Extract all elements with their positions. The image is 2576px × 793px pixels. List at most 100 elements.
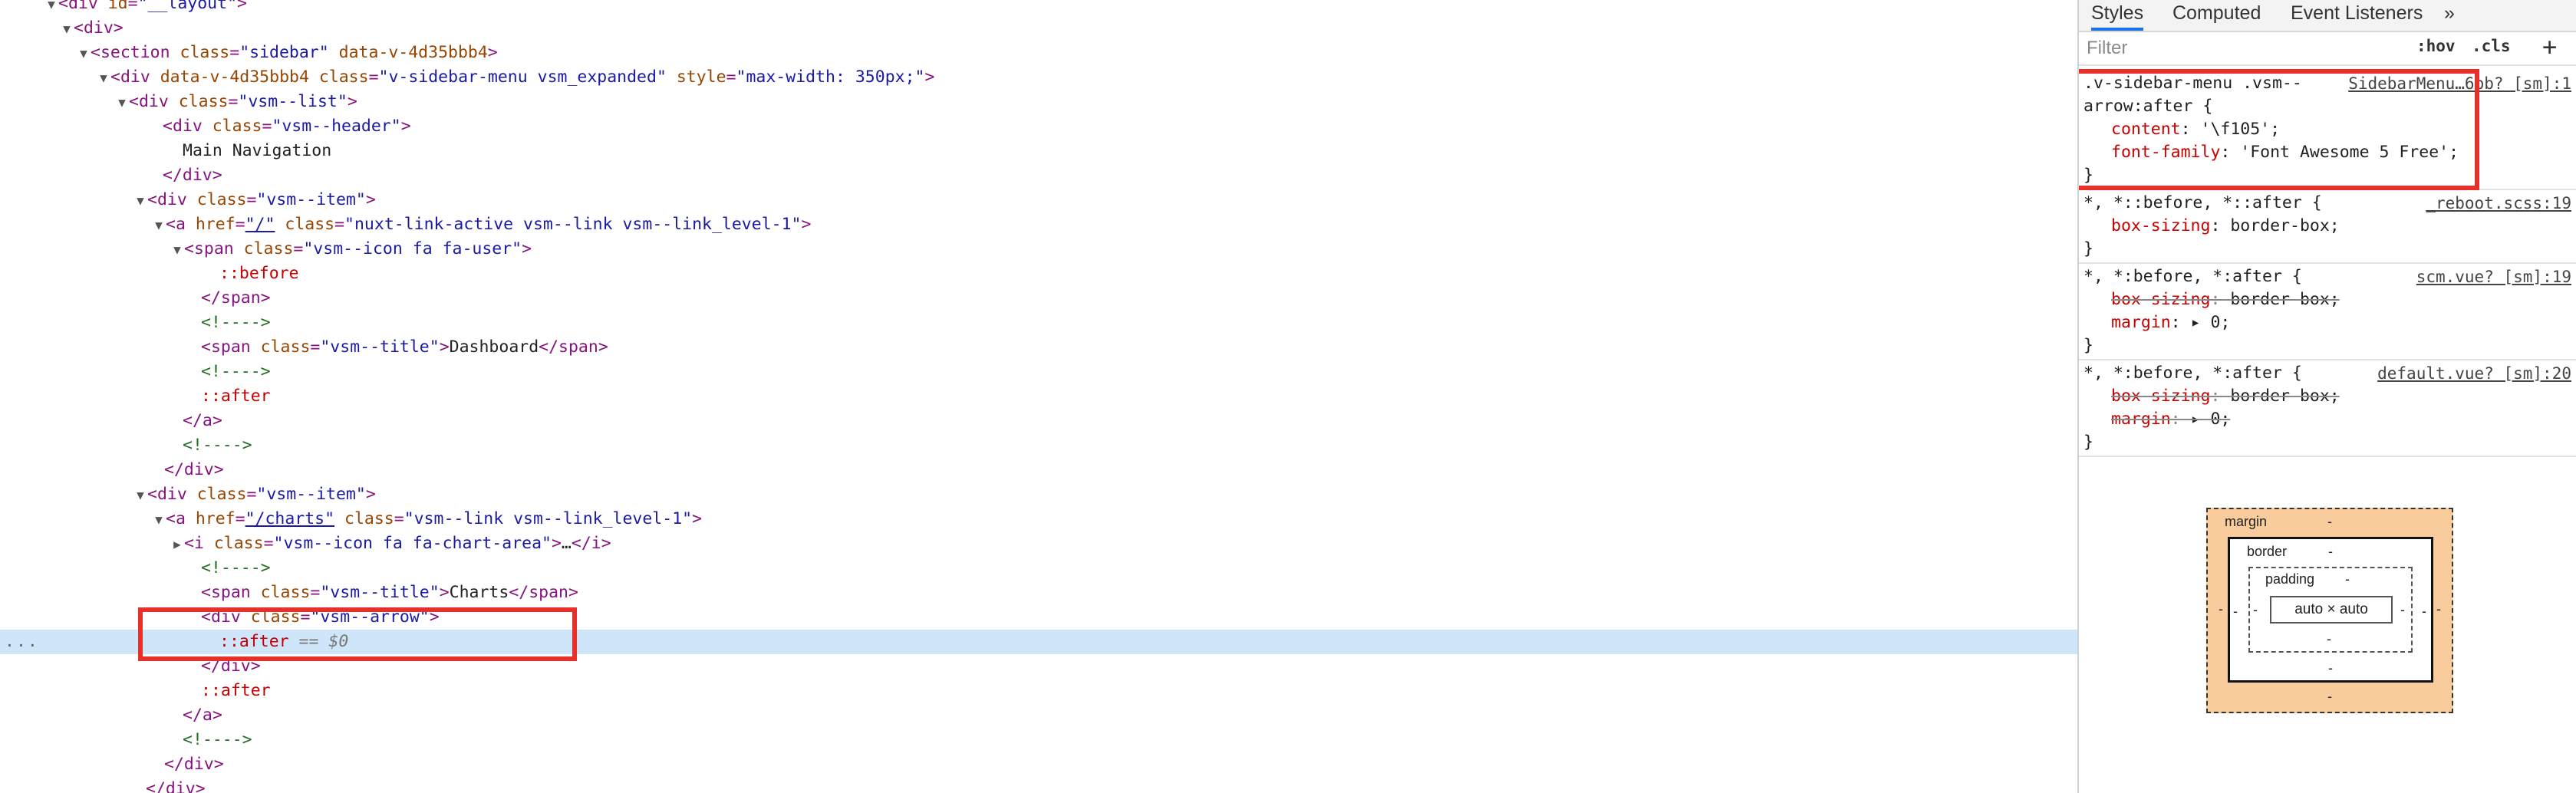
css-declaration[interactable]: box-sizing: border-box; bbox=[2111, 288, 2340, 311]
dom-node-row[interactable]: ▼ <div id="__layout"> bbox=[0, 0, 2077, 16]
class-toggle[interactable]: .cls bbox=[2472, 37, 2511, 55]
dom-node-selected[interactable]: ::after == $0... bbox=[0, 630, 2077, 654]
expand-triangle-icon[interactable]: ▼ bbox=[133, 483, 147, 508]
dom-node-row[interactable]: <div class="vsm--header"> bbox=[0, 114, 2077, 139]
dom-node-row[interactable]: <span class="vsm--title">Dashboard</span… bbox=[0, 335, 2077, 360]
dom-node-row[interactable]: <!----> bbox=[0, 556, 2077, 581]
expand-triangle-icon[interactable]: ▼ bbox=[115, 90, 129, 115]
expand-triangle-icon[interactable]: ▼ bbox=[152, 213, 166, 238]
hover-state-toggle[interactable]: :hov bbox=[2416, 37, 2456, 55]
dom-node-row[interactable]: ▼ <a href="/charts" class="vsm--link vsm-… bbox=[0, 507, 2077, 531]
css-property-value[interactable]: border-box; bbox=[2230, 387, 2339, 406]
dom-node-row[interactable]: </div> bbox=[0, 654, 2077, 679]
dom-node-row[interactable]: <!----> bbox=[0, 728, 2077, 752]
expand-triangle-icon[interactable]: ▼ bbox=[60, 17, 74, 41]
css-property-value[interactable]: ▸ 0; bbox=[2191, 410, 2231, 429]
dom-node-row[interactable]: ▼ <div class="vsm--list"> bbox=[0, 90, 2077, 114]
css-property-value[interactable]: '\f105'; bbox=[2201, 120, 2281, 139]
css-declaration[interactable]: box-sizing: border-box; bbox=[2111, 215, 2340, 238]
css-property-value[interactable]: ▸ 0; bbox=[2191, 313, 2231, 332]
dom-node-row[interactable]: Main Navigation bbox=[0, 139, 2077, 163]
dom-node-row[interactable]: ▼ <section class="sidebar" data-v-4d35bbb… bbox=[0, 41, 2077, 65]
rule-close-brace: } bbox=[2084, 166, 2093, 185]
expand-triangle-icon[interactable]: ▼ bbox=[133, 189, 147, 213]
styles-filter-input[interactable] bbox=[2085, 35, 2380, 61]
new-rule-button[interactable]: + bbox=[2542, 32, 2557, 61]
css-selector[interactable]: *, *::before, *::after { bbox=[2084, 192, 2322, 215]
dom-token: = bbox=[246, 190, 257, 209]
dom-node-row[interactable]: <span class="vsm--title">Charts</span> bbox=[0, 581, 2077, 605]
dom-token: = bbox=[235, 509, 245, 528]
css-declaration[interactable]: content: '\f105'; bbox=[2111, 118, 2280, 141]
tab-styles[interactable]: Styles bbox=[2091, 0, 2144, 31]
css-property-name[interactable]: box-sizing bbox=[2111, 290, 2210, 309]
dom-token: ::before bbox=[219, 264, 299, 283]
css-declaration[interactable]: font-family: 'Font Awesome 5 Free'; bbox=[2111, 141, 2459, 164]
rule-source-link[interactable]: _reboot.scss:19 bbox=[2426, 192, 2571, 215]
css-declaration[interactable]: margin: ▸ 0; bbox=[2111, 408, 2230, 431]
tab-computed[interactable]: Computed bbox=[2172, 0, 2261, 31]
css-property-name[interactable]: font-family bbox=[2111, 143, 2220, 162]
dom-token: data-v-4d35bbb4 bbox=[328, 43, 488, 62]
expand-triangle-icon[interactable]: ▼ bbox=[170, 238, 184, 262]
css-selector[interactable]: arrow:after { bbox=[2084, 95, 2212, 118]
expand-triangle-icon[interactable]: ▼ bbox=[77, 41, 91, 66]
css-property-name[interactable]: box-sizing bbox=[2111, 387, 2210, 406]
dom-token: = bbox=[229, 43, 240, 62]
collapsed-triangle-icon[interactable]: ▶ bbox=[170, 532, 184, 557]
dom-token: > bbox=[551, 534, 562, 553]
dom-token[interactable]: "/" bbox=[245, 215, 275, 234]
css-selector[interactable]: *, *:before, *:after { bbox=[2084, 265, 2302, 288]
expand-triangle-icon[interactable]: ▼ bbox=[97, 66, 110, 90]
dom-node-row[interactable]: </a> bbox=[0, 409, 2077, 433]
rule-source-link[interactable]: default.vue? [sm]:20 bbox=[2377, 362, 2571, 385]
border-label: border bbox=[2247, 544, 2288, 559]
dom-node-row[interactable]: ::after bbox=[0, 679, 2077, 703]
css-property-name[interactable]: margin bbox=[2111, 313, 2171, 332]
dom-node-row[interactable]: </div> bbox=[0, 163, 2077, 188]
node-actions-ellipsis-icon[interactable]: ... bbox=[5, 630, 39, 654]
dom-node-row[interactable]: </div> bbox=[0, 458, 2077, 482]
dom-node-row[interactable]: <!----> bbox=[0, 433, 2077, 458]
css-declaration[interactable]: margin: ▸ 0; bbox=[2111, 311, 2230, 334]
dom-node-row[interactable]: </div> bbox=[0, 752, 2077, 777]
dom-node-row[interactable]: ▼ <div class="vsm--item"> bbox=[0, 188, 2077, 212]
dom-node-row[interactable]: </div> bbox=[0, 777, 2077, 793]
dom-token: = bbox=[394, 509, 404, 528]
dom-node-row[interactable]: ▶ <i class="vsm--icon fa fa-chart-area">…… bbox=[0, 531, 2077, 556]
dom-node-row[interactable]: ▼ <span class="vsm--icon fa fa-user"> bbox=[0, 237, 2077, 262]
dom-token: "vsm--title" bbox=[320, 337, 440, 357]
expand-triangle-icon[interactable]: ▼ bbox=[44, 0, 58, 17]
css-property-value[interactable]: border-box; bbox=[2230, 216, 2339, 235]
css-selector[interactable]: .v-sidebar-menu .vsm-- bbox=[2084, 72, 2302, 95]
dom-node-row[interactable]: </a> bbox=[0, 703, 2077, 728]
dom-node-row[interactable]: <div class="vsm--arrow"> bbox=[0, 605, 2077, 630]
css-property-name[interactable]: margin bbox=[2111, 410, 2171, 429]
css-property-value[interactable]: border-box; bbox=[2230, 290, 2339, 309]
dom-node-row[interactable]: ▼ <a href="/" class="nuxt-link-active vsm… bbox=[0, 212, 2077, 237]
css-property-value[interactable]: 'Font Awesome 5 Free'; bbox=[2240, 143, 2459, 162]
rule-source-link[interactable]: scm.vue? [sm]:19 bbox=[2416, 265, 2571, 288]
dom-node-row[interactable]: ▼ <div data-v-4d35bbb4 class="v-sidebar-m… bbox=[0, 65, 2077, 90]
dom-token[interactable]: "/charts" bbox=[245, 509, 335, 528]
css-selector[interactable]: *, *:before, *:after { bbox=[2084, 362, 2302, 385]
rule-source-link[interactable]: SidebarMenu…6bb? [sm]:1 bbox=[2348, 72, 2571, 95]
css-declaration[interactable]: box-sizing: border-box; bbox=[2111, 385, 2340, 408]
css-property-name[interactable]: content bbox=[2111, 120, 2181, 139]
dom-node-row[interactable]: ::before bbox=[0, 262, 2077, 286]
tab-event-listeners[interactable]: Event Listeners bbox=[2291, 0, 2423, 31]
dom-node-row[interactable]: ▼ <div class="vsm--item"> bbox=[0, 482, 2077, 507]
dom-node-row[interactable]: ▼ <div> bbox=[0, 16, 2077, 41]
expand-triangle-icon[interactable]: ▼ bbox=[152, 508, 166, 532]
dom-node-row[interactable]: ::after bbox=[0, 384, 2077, 409]
dom-node-row[interactable]: <!----> bbox=[0, 311, 2077, 335]
dom-token: <section bbox=[91, 43, 180, 62]
css-property-name[interactable]: box-sizing bbox=[2111, 216, 2210, 235]
elements-tree-panel[interactable]: ▼ <div id="__layout"> ▼ <div> ▼ <section clas… bbox=[0, 0, 2077, 793]
rule-close-brace: } bbox=[2084, 336, 2093, 355]
box-model-content: auto × auto bbox=[2270, 596, 2393, 624]
more-tabs-icon[interactable]: » bbox=[2444, 0, 2455, 31]
dom-node-row[interactable]: </span> bbox=[0, 286, 2077, 311]
dom-node-row[interactable]: <!----> bbox=[0, 360, 2077, 384]
dom-token: = bbox=[300, 607, 311, 627]
